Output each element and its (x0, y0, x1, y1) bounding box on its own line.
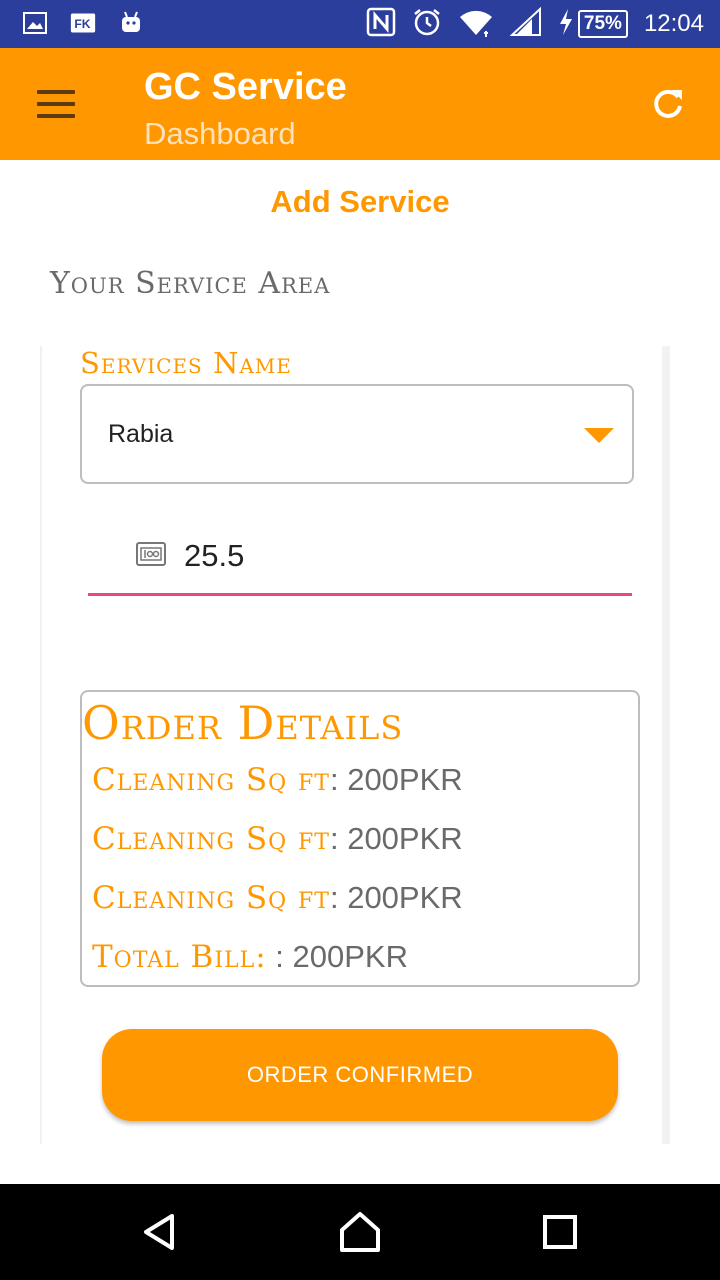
home-icon (340, 1212, 380, 1252)
alarm-icon (412, 7, 442, 42)
hamburger-icon (37, 90, 75, 94)
order-line-separator: : (329, 880, 348, 915)
battery-indicator: 75% (577, 10, 628, 38)
android-icon (118, 10, 144, 36)
status-time: 12:04 (643, 10, 704, 37)
total-bill-line: Total Bill: : 200PKR (92, 939, 408, 975)
meter-icon (136, 542, 166, 566)
service-name-select[interactable]: Rabia (80, 384, 634, 484)
page-heading: Add Service (270, 184, 450, 219)
app-bar: GC Service Dashboard (0, 48, 720, 160)
hamburger-icon-line (37, 102, 75, 106)
order-details-box: Order Details Cleaning Sq ft: 200PKR Cle… (80, 690, 640, 987)
svg-text:FK: FK (74, 17, 90, 31)
total-bill-value: 200PKR (292, 939, 408, 974)
back-icon (144, 1214, 174, 1250)
order-line-value: 200PKR (347, 821, 463, 856)
order-line-label: Cleaning Sq ft (92, 880, 330, 916)
total-bill-separator: : (266, 939, 293, 974)
status-bar: FK 75% 12:04 (0, 0, 720, 48)
recents-icon (543, 1215, 577, 1249)
service-name-value: Rabia (108, 420, 174, 448)
app-subtitle: Dashboard (144, 116, 296, 151)
order-line-label: Cleaning Sq ft (92, 762, 330, 798)
nav-bar (0, 1184, 720, 1280)
home-button[interactable] (336, 1208, 384, 1256)
chevron-down-icon (584, 428, 614, 443)
order-line-separator: : (329, 821, 348, 856)
refresh-button[interactable] (644, 80, 692, 128)
section-label: Your Service Area (50, 266, 331, 301)
gallery-icon (22, 10, 48, 36)
amount-value: 25.5 (184, 538, 245, 573)
service-name-label: Services Name (80, 346, 292, 380)
nfc-icon (366, 7, 396, 42)
order-line: Cleaning Sq ft: 200PKR (92, 762, 463, 798)
order-details-title: Order Details (82, 696, 404, 750)
order-line-label: Cleaning Sq ft (92, 821, 330, 857)
order-line-value: 200PKR (347, 762, 463, 797)
order-line-value: 200PKR (347, 880, 463, 915)
charging-icon (558, 8, 574, 40)
hamburger-icon-line (37, 114, 75, 118)
total-bill-label: Total Bill: (92, 939, 267, 975)
order-confirmed-button[interactable]: ORDER CONFIRMED (102, 1029, 618, 1121)
order-line: Cleaning Sq ft: 200PKR (92, 821, 463, 857)
refresh-icon (654, 89, 682, 118)
app-fk-icon: FK (70, 10, 96, 36)
recents-button[interactable] (536, 1208, 584, 1256)
menu-button[interactable] (26, 82, 86, 126)
order-line-separator: : (329, 762, 348, 797)
wifi-icon (458, 7, 494, 42)
app-title: GC Service (144, 66, 347, 108)
amount-input[interactable]: 25.5 (88, 530, 632, 596)
signal-icon (509, 6, 542, 42)
order-line: Cleaning Sq ft: 200PKR (92, 880, 463, 916)
back-button[interactable] (136, 1208, 184, 1256)
